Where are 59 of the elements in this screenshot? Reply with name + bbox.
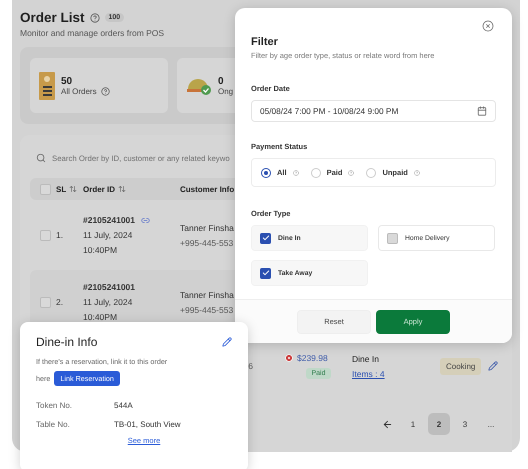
column-header[interactable]: SL: [56, 184, 83, 194]
popup-title: Dine-in Info: [36, 335, 98, 349]
items-link[interactable]: Items : 4: [352, 368, 385, 378]
help-icon: [414, 170, 420, 176]
field-label: Table No.: [36, 420, 71, 429]
order-id: #2105241001: [83, 282, 136, 292]
page-button[interactable]: 2: [428, 413, 450, 435]
customer-phone: 6: [248, 361, 253, 371]
more-pages-button[interactable]: ...: [480, 413, 502, 435]
field-label: Token No.: [36, 401, 74, 410]
date-range-field[interactable]: 05/08/24 7:00 PM - 10/08/24 9:00 PM: [251, 100, 496, 122]
customer-phone: +995-445-553: [180, 238, 234, 248]
checkbox[interactable]: [260, 232, 271, 244]
order-amount: $239.98: [297, 353, 328, 363]
order-type: Dine In: [352, 354, 379, 364]
customer-phone: +995-445-553: [180, 304, 234, 314]
search-icon: [36, 153, 46, 163]
page-title: Order List: [20, 10, 85, 25]
help-icon: [292, 170, 299, 176]
page-subtitle: Monitor and manage orders from POS: [20, 28, 166, 38]
row-checkbox[interactable]: [40, 230, 51, 240]
arrow-left-icon[interactable]: [382, 418, 392, 430]
sort-icon[interactable]: [118, 185, 126, 193]
field-value: TB-01, South View: [114, 420, 182, 429]
stat-label: Ong: [218, 86, 234, 96]
serial-number: 1.: [56, 230, 64, 240]
order-list-drawing: [39, 72, 55, 100]
edit-icon[interactable]: [488, 361, 498, 371]
column-header[interactable]: Order ID: [83, 184, 180, 194]
stat-value: 0: [218, 76, 225, 86]
order-time: 10:40PM: [83, 312, 118, 322]
row-checkbox[interactable]: [40, 296, 51, 308]
link-icon[interactable]: [141, 216, 150, 224]
customer-name: Tanner Finsha: [180, 222, 234, 232]
order-status: Cooking: [440, 358, 482, 374]
select-all-checkbox[interactable]: [40, 184, 51, 194]
order-date: 11 July, 2024: [83, 230, 132, 240]
close-button[interactable]: [482, 20, 496, 34]
unpaid-icon: [285, 354, 293, 362]
customer-name: Tanner Finsha: [180, 290, 234, 300]
page-button[interactable]: 3: [454, 413, 476, 435]
checkbox[interactable]: [387, 232, 398, 244]
filter-title: Filter: [251, 36, 279, 48]
stat-label: All Orders: [61, 86, 97, 96]
order-id: #2105241001: [83, 215, 136, 225]
page-button[interactable]: 1: [402, 413, 424, 435]
help-icon: [100, 86, 110, 96]
field-value: 544A: [114, 401, 134, 410]
order-time: 10:40PM: [83, 245, 118, 255]
help-icon: [90, 12, 100, 22]
sort-icon[interactable]: [69, 185, 78, 193]
stat-value: 50: [61, 76, 74, 86]
order-date: 11 July, 2024: [83, 297, 132, 307]
serial-number: 2.: [56, 297, 64, 307]
radio-button[interactable]: [261, 168, 271, 178]
help-icon: [348, 170, 354, 176]
calendar-icon[interactable]: [477, 106, 487, 116]
edit-icon[interactable]: [222, 337, 232, 347]
checkbox[interactable]: [260, 268, 271, 278]
